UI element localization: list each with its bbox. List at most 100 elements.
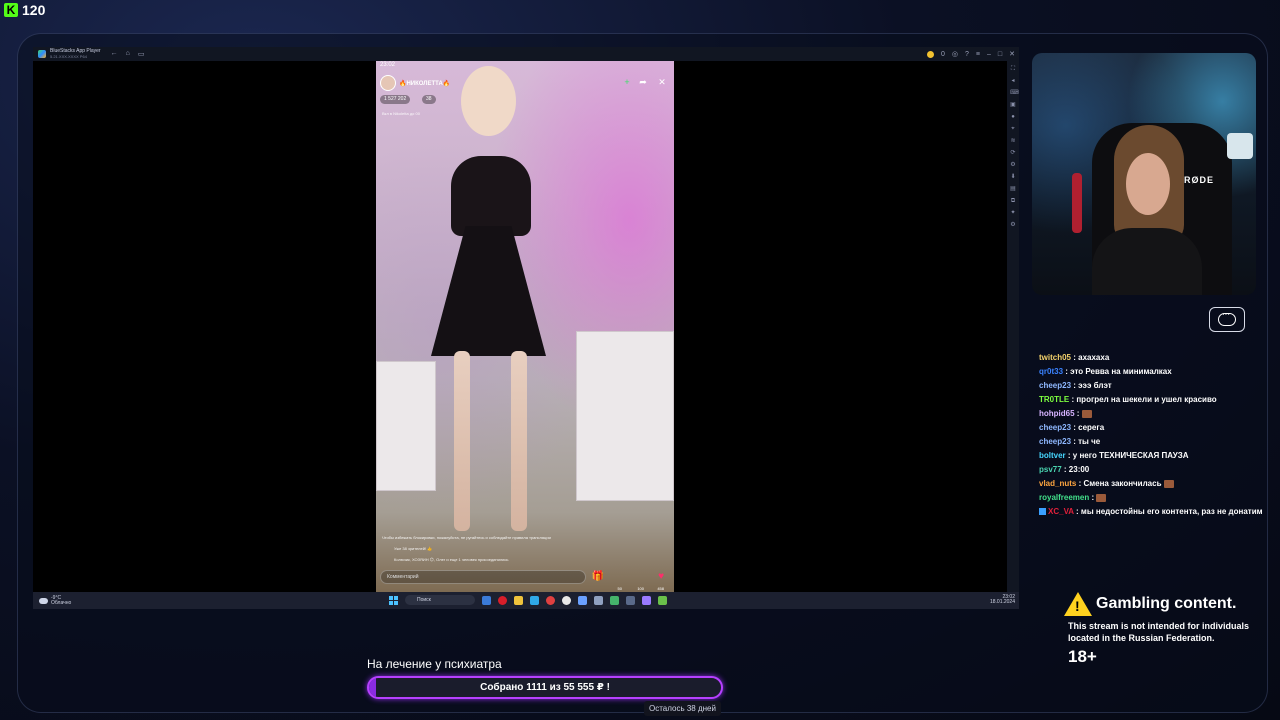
folder-icon[interactable]: [514, 595, 523, 605]
chat-username[interactable]: cheep23: [1039, 381, 1071, 390]
chat-text: :: [1089, 493, 1097, 502]
phone-status-time: 23:02: [380, 62, 396, 68]
app-icon[interactable]: [642, 595, 651, 605]
app-icon[interactable]: [626, 595, 635, 605]
browser-icon[interactable]: [530, 595, 539, 605]
emote-icon: [1163, 479, 1174, 488]
chat-message: XC_VA : мы недостойны его контента, раз …: [1039, 505, 1269, 519]
sidebar-shake-icon[interactable]: ≋: [1010, 137, 1016, 145]
taskbar-clock[interactable]: 23:02 18.01.2024: [990, 595, 1015, 605]
app-icon[interactable]: [658, 595, 667, 605]
chat-username[interactable]: psv77: [1039, 465, 1062, 474]
side-note: Вкл в Nikoletta до 00: [382, 111, 420, 116]
sidebar-screenshot-icon[interactable]: ▣: [1010, 101, 1016, 109]
chat-log: twitch05 : ахахаха qr0t33 : это Ревва на …: [1039, 351, 1269, 519]
sidebar-location-icon[interactable]: ⌖: [1010, 125, 1016, 133]
chat-message: twitch05 : ахахаха: [1039, 351, 1269, 365]
chat-message: cheep23 : серега: [1039, 421, 1269, 435]
follow-icon[interactable]: +: [622, 77, 632, 87]
settings-icon[interactable]: [578, 595, 587, 605]
close-stream-icon[interactable]: ✕: [657, 77, 667, 87]
rules-notice: Чтобы избежать блокировки, пожалуйста, н…: [382, 535, 551, 540]
sidebar-settings-icon[interactable]: ⚙: [1010, 221, 1016, 229]
sidebar-folder-icon[interactable]: ▤: [1010, 185, 1016, 193]
gambling-line-2: located in the Russian Federation.: [1068, 633, 1215, 643]
chat-message: TR0TLE : прогрел на шекели и ушел красив…: [1039, 393, 1269, 407]
chat-username[interactable]: TR0TLE: [1039, 395, 1069, 404]
chat-text: :: [1074, 409, 1082, 418]
tools-icon[interactable]: [594, 595, 603, 605]
chat-username[interactable]: hohpid65: [1039, 409, 1075, 418]
chat-username[interactable]: cheep23: [1039, 437, 1071, 446]
phone-live-stream: 23:02 🔥НИКОЛЕТТА🔥 1 527 202 38 Вкл в Nik…: [376, 61, 674, 592]
sidebar-eco-icon[interactable]: ✦: [1010, 209, 1016, 217]
back-icon[interactable]: ←: [111, 50, 118, 58]
app-icon[interactable]: [562, 595, 571, 605]
chat-text: : Смена закончилась: [1076, 479, 1164, 488]
chat-username[interactable]: boltver: [1039, 451, 1066, 460]
kitchen-cabinet: [376, 361, 436, 491]
goal-text: Собрано 1111 из 55 555 ₽ !: [480, 682, 610, 693]
chat-username[interactable]: XC_VA: [1048, 507, 1074, 516]
bluestacks-taskbar-icon[interactable]: [610, 595, 619, 605]
maximize-icon[interactable]: □: [998, 51, 1002, 58]
sidebar-volume-icon[interactable]: ◂: [1010, 77, 1016, 85]
chat-badge-icon: [1039, 508, 1046, 516]
clock-date: 18.01.2024: [989, 599, 1015, 605]
minimize-icon[interactable]: –: [987, 51, 991, 58]
chat-text: : у него ТЕХНИЧЕСКАЯ ПАУЗА: [1065, 451, 1189, 460]
account-icon[interactable]: ◎: [952, 50, 958, 58]
chrome-icon[interactable]: [546, 595, 555, 605]
heart-icon[interactable]: ♥: [658, 571, 664, 582]
help-icon[interactable]: ?: [965, 51, 969, 58]
sidebar-multi-icon[interactable]: ⧉: [1010, 197, 1016, 205]
chat-text: : ты че: [1071, 437, 1101, 446]
chat-username[interactable]: vlad_nuts: [1039, 479, 1076, 488]
chat-message: vlad_nuts : Смена закончилась: [1039, 477, 1269, 491]
sidebar-macro-icon[interactable]: ⚙: [1010, 161, 1016, 169]
chat-username[interactable]: royalfreemen: [1039, 493, 1089, 502]
mini-stat: 50: [617, 586, 622, 591]
gift-icon[interactable]: 🎁: [592, 571, 604, 582]
chat-text: : 23:00: [1061, 465, 1090, 474]
mini-stat: 100: [637, 586, 644, 591]
chat-username[interactable]: qr0t33: [1039, 367, 1063, 376]
share-icon[interactable]: ➦: [638, 77, 648, 87]
gambling-warning: ! Gambling content. This stream is not i…: [1064, 592, 1264, 667]
menu-icon[interactable]: ≡: [976, 51, 980, 58]
viewers-stat: 38: [422, 95, 436, 104]
chat-username[interactable]: twitch05: [1039, 353, 1071, 362]
kitchen-cabinet: [576, 331, 674, 501]
chat-message: boltver : у него ТЕХНИЧЕСКАЯ ПАУЗА: [1039, 449, 1269, 463]
goal-title: На лечение у психиатра: [367, 657, 502, 671]
comment-input[interactable]: Комментарий: [380, 570, 586, 584]
chat-text: : мы недостойны его контента, раз не дон…: [1073, 507, 1263, 516]
streamer-figure: [451, 156, 531, 236]
sidebar-rotate-icon[interactable]: ⟳: [1010, 149, 1016, 157]
warning-icon: !: [1064, 592, 1092, 616]
windows-start-icon[interactable]: [389, 595, 398, 605]
streamer-cam: [1092, 228, 1202, 295]
viewer-count: 120: [22, 2, 46, 18]
chat-toggle-button[interactable]: [1209, 307, 1245, 332]
chat-text: : ахахаха: [1071, 353, 1110, 362]
sidebar-record-icon[interactable]: ●: [1010, 113, 1016, 121]
recent-apps-icon[interactable]: ▭: [138, 50, 145, 58]
streamer-cam: [1126, 153, 1170, 215]
sidebar-fullscreen-icon[interactable]: ⛶: [1010, 65, 1016, 73]
sidebar-apk-icon[interactable]: ⬇: [1010, 173, 1016, 181]
streamer-header[interactable]: 🔥НИКОЛЕТТА🔥: [380, 75, 450, 91]
chat-username[interactable]: cheep23: [1039, 423, 1071, 432]
gaming-chair: [1072, 173, 1082, 233]
file-explorer-icon[interactable]: [482, 595, 491, 605]
taskbar-search[interactable]: Поиск: [405, 595, 475, 605]
close-icon[interactable]: ✕: [1009, 50, 1015, 58]
sidebar-keyboard-icon[interactable]: ⌨: [1010, 89, 1019, 97]
opera-icon[interactable]: [498, 595, 507, 605]
home-icon[interactable]: ⌂: [126, 50, 130, 58]
webcam-feed: RØDE: [1032, 53, 1256, 295]
avatar[interactable]: [380, 75, 396, 91]
weather-widget[interactable]: -9°C Облачно: [39, 595, 71, 606]
chat-message: qr0t33 : это Ревва на минималках: [1039, 365, 1269, 379]
coin-count: 0: [940, 50, 945, 58]
